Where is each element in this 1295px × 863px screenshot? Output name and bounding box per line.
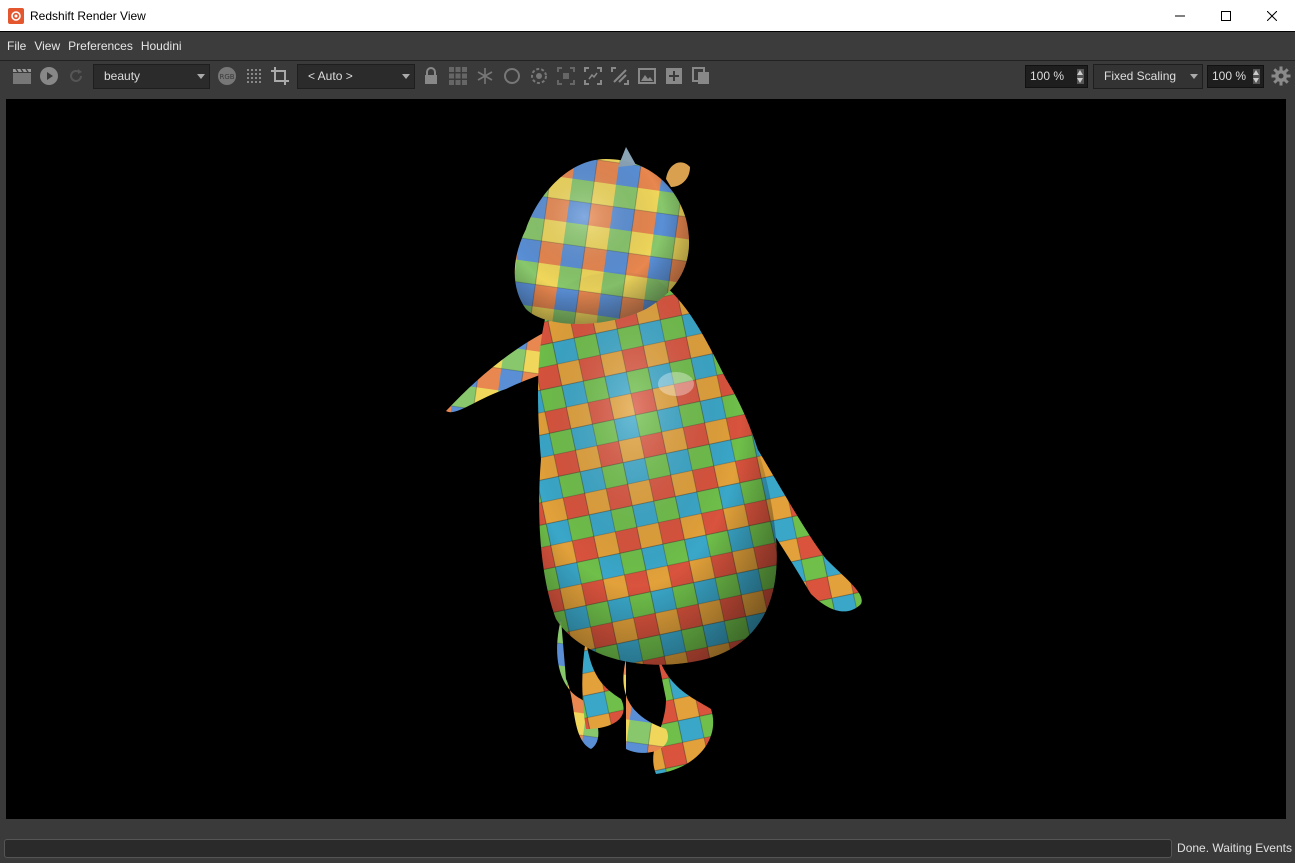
menu-file[interactable]: File	[3, 32, 30, 60]
grid-dots-icon[interactable]	[244, 66, 264, 86]
aov-select[interactable]: beauty	[93, 64, 210, 89]
menu-houdini[interactable]: Houdini	[137, 32, 186, 60]
select-region-icon[interactable]	[583, 66, 603, 86]
lock-icon[interactable]	[421, 66, 441, 86]
camera-select-value: < Auto >	[308, 69, 353, 83]
aov-select-value: beauty	[104, 69, 141, 83]
scale-field[interactable]: 100 %	[1207, 65, 1264, 88]
compare-icon[interactable]	[610, 66, 630, 86]
refresh-icon[interactable]	[66, 66, 86, 86]
status-text: Done. Waiting Events	[1177, 841, 1292, 855]
circle-icon[interactable]	[502, 66, 522, 86]
menu-preferences[interactable]: Preferences	[64, 32, 137, 60]
image-icon[interactable]	[637, 66, 657, 86]
crop-icon[interactable]	[270, 66, 290, 86]
window-controls	[1157, 0, 1295, 31]
scaling-select[interactable]: Fixed Scaling	[1093, 64, 1203, 89]
tiles-icon[interactable]	[448, 66, 468, 86]
gear-icon[interactable]	[1271, 66, 1291, 86]
creature-figure	[446, 147, 862, 774]
add-snapshot-icon[interactable]	[664, 66, 684, 86]
svg-text:RGB: RGB	[219, 73, 234, 81]
menu-view[interactable]: View	[30, 32, 64, 60]
zoom-value: 100 %	[1030, 69, 1065, 83]
redshift-app-icon	[8, 7, 24, 24]
spinner-arrows-icon[interactable]	[1077, 69, 1084, 84]
window-title: Redshift Render View	[30, 8, 146, 23]
rgb-icon[interactable]: RGB	[217, 66, 237, 86]
maximize-icon[interactable]	[1203, 0, 1249, 31]
scaling-select-value: Fixed Scaling	[1104, 69, 1177, 83]
snowflake-icon[interactable]	[475, 66, 495, 86]
spinner-arrows-icon[interactable]	[1253, 69, 1260, 84]
toolbar: beauty RGB < Auto > 100 % Fixed Scaling …	[0, 61, 1295, 91]
copy-icon[interactable]	[691, 66, 711, 86]
render-viewport[interactable]	[6, 99, 1286, 819]
focus-icon[interactable]	[556, 66, 576, 86]
close-icon[interactable]	[1249, 0, 1295, 31]
clapper-icon[interactable]	[12, 66, 32, 86]
zoom-field[interactable]: 100 %	[1025, 65, 1088, 88]
target-icon[interactable]	[529, 66, 549, 86]
render-image	[446, 147, 862, 774]
menu-bar: File View Preferences Houdini	[0, 31, 1295, 61]
camera-select[interactable]: < Auto >	[297, 64, 415, 89]
play-icon[interactable]	[39, 66, 59, 86]
status-bar: Done. Waiting Events	[0, 834, 1295, 863]
render-viewport-frame	[0, 91, 1295, 834]
minimize-icon[interactable]	[1157, 0, 1203, 31]
chevron-down-icon	[197, 74, 205, 79]
chevron-down-icon	[1190, 74, 1198, 79]
title-bar: Redshift Render View	[0, 0, 1295, 31]
scale-value: 100 %	[1212, 69, 1247, 83]
render-progress-bar	[4, 839, 1172, 858]
chevron-down-icon	[402, 74, 410, 79]
